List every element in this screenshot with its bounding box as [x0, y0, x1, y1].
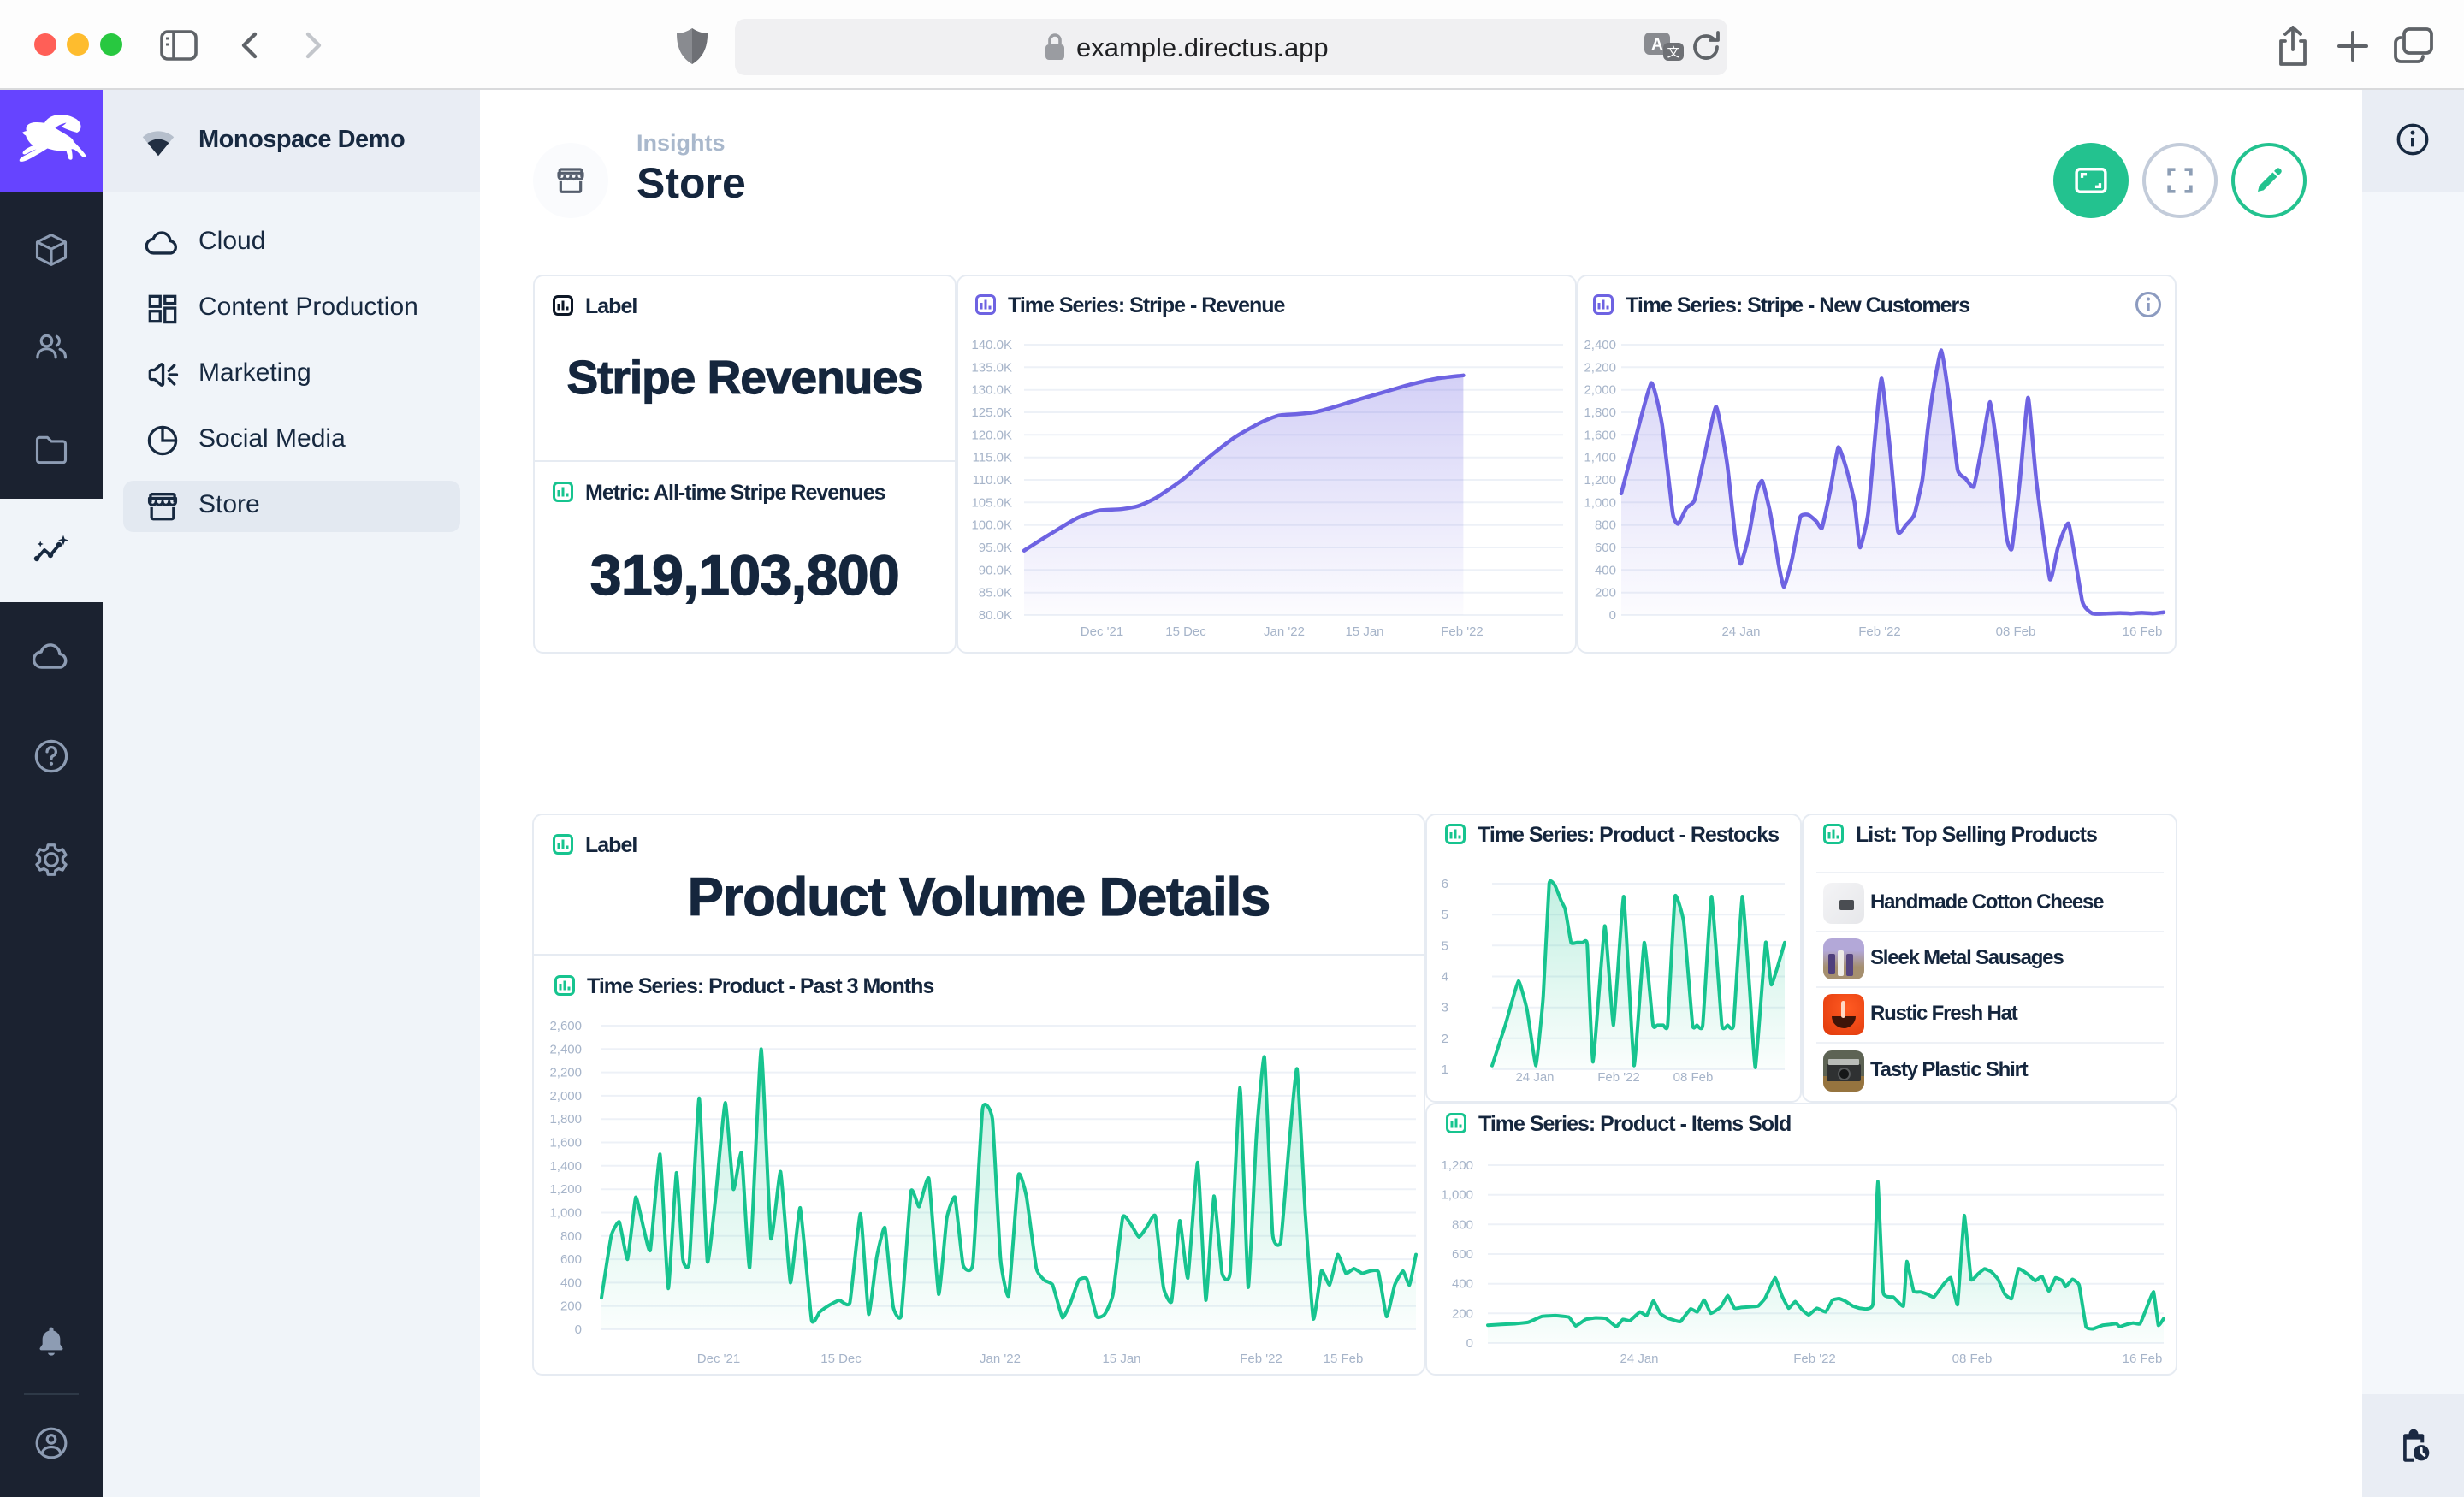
svg-text:5: 5: [1442, 938, 1448, 953]
svg-text:110.0K: 110.0K: [973, 473, 1012, 488]
svg-text:08 Feb: 08 Feb: [1952, 1352, 1993, 1366]
svg-text:140.0K: 140.0K: [971, 338, 1012, 352]
svg-text:Feb '22: Feb '22: [1597, 1070, 1640, 1085]
svg-text:4: 4: [1442, 970, 1448, 985]
svg-text:800: 800: [1595, 518, 1616, 533]
svg-text:1,000: 1,000: [549, 1206, 582, 1221]
svg-text:400: 400: [560, 1275, 582, 1290]
svg-text:2,600: 2,600: [549, 1019, 582, 1033]
svg-text:200: 200: [1595, 586, 1616, 601]
svg-text:15 Jan: 15 Jan: [1345, 624, 1383, 639]
svg-text:24 Jan: 24 Jan: [1721, 624, 1760, 639]
svg-text:95.0K: 95.0K: [979, 541, 1012, 555]
svg-text:1,400: 1,400: [1584, 451, 1616, 465]
svg-text:Dec '21: Dec '21: [1081, 624, 1123, 639]
svg-text:2: 2: [1442, 1032, 1448, 1046]
svg-text:1,800: 1,800: [549, 1112, 582, 1127]
svg-text:24 Jan: 24 Jan: [1515, 1070, 1554, 1085]
svg-text:15 Dec: 15 Dec: [1165, 624, 1206, 639]
svg-text:1: 1: [1442, 1062, 1448, 1077]
svg-text:24 Jan: 24 Jan: [1620, 1352, 1658, 1366]
svg-text:6: 6: [1442, 877, 1448, 891]
svg-text:0: 0: [1609, 608, 1616, 623]
svg-text:2,400: 2,400: [1584, 338, 1616, 352]
svg-text:600: 600: [1595, 541, 1616, 555]
svg-text:100.0K: 100.0K: [971, 518, 1012, 533]
svg-text:15 Feb: 15 Feb: [1324, 1352, 1364, 1366]
svg-text:15 Jan: 15 Jan: [1102, 1352, 1140, 1366]
svg-text:105.0K: 105.0K: [971, 495, 1012, 510]
svg-text:Jan '22: Jan '22: [980, 1352, 1021, 1366]
svg-text:2,000: 2,000: [549, 1089, 582, 1104]
svg-text:Feb '22: Feb '22: [1793, 1352, 1836, 1366]
svg-text:125.0K: 125.0K: [971, 405, 1012, 420]
svg-text:Feb '22: Feb '22: [1441, 624, 1484, 639]
svg-text:2,000: 2,000: [1584, 383, 1616, 398]
svg-text:400: 400: [1595, 563, 1616, 577]
svg-text:1,400: 1,400: [549, 1159, 582, 1174]
svg-text:115.0K: 115.0K: [973, 451, 1012, 465]
svg-text:600: 600: [560, 1252, 582, 1267]
svg-text:1,200: 1,200: [549, 1182, 582, 1197]
svg-text:1,800: 1,800: [1584, 405, 1616, 420]
svg-text:90.0K: 90.0K: [979, 563, 1012, 577]
svg-text:80.0K: 80.0K: [979, 608, 1012, 623]
svg-text:800: 800: [560, 1229, 582, 1244]
svg-text:130.0K: 130.0K: [971, 383, 1012, 398]
svg-text:1,000: 1,000: [1441, 1188, 1473, 1203]
svg-text:2,200: 2,200: [549, 1066, 582, 1080]
svg-text:15 Dec: 15 Dec: [820, 1352, 862, 1366]
svg-text:08 Feb: 08 Feb: [1673, 1070, 1714, 1085]
svg-text:5: 5: [1442, 908, 1448, 922]
svg-text:1,200: 1,200: [1584, 473, 1616, 488]
svg-text:16 Feb: 16 Feb: [2123, 624, 2163, 639]
svg-text:800: 800: [1452, 1217, 1473, 1232]
svg-text:1,600: 1,600: [1584, 428, 1616, 442]
svg-text:200: 200: [560, 1299, 582, 1314]
svg-text:0: 0: [1466, 1336, 1473, 1351]
svg-text:08 Feb: 08 Feb: [1996, 624, 2036, 639]
svg-text:Feb '22: Feb '22: [1240, 1352, 1282, 1366]
svg-text:2,200: 2,200: [1584, 360, 1616, 375]
svg-text:85.0K: 85.0K: [979, 586, 1012, 601]
svg-text:0: 0: [575, 1322, 582, 1337]
svg-text:200: 200: [1452, 1306, 1473, 1321]
svg-text:Jan '22: Jan '22: [1264, 624, 1305, 639]
svg-text:120.0K: 120.0K: [971, 428, 1012, 442]
svg-text:135.0K: 135.0K: [971, 360, 1012, 375]
svg-text:600: 600: [1452, 1247, 1473, 1262]
svg-text:1,200: 1,200: [1441, 1158, 1473, 1173]
svg-text:400: 400: [1452, 1277, 1473, 1292]
svg-text:3: 3: [1442, 1001, 1448, 1015]
svg-text:Feb '22: Feb '22: [1858, 624, 1901, 639]
svg-text:16 Feb: 16 Feb: [2123, 1352, 2163, 1366]
svg-text:1,000: 1,000: [1584, 495, 1616, 510]
svg-text:2,400: 2,400: [549, 1042, 582, 1056]
svg-text:Dec '21: Dec '21: [697, 1352, 740, 1366]
svg-text:1,600: 1,600: [549, 1136, 582, 1151]
